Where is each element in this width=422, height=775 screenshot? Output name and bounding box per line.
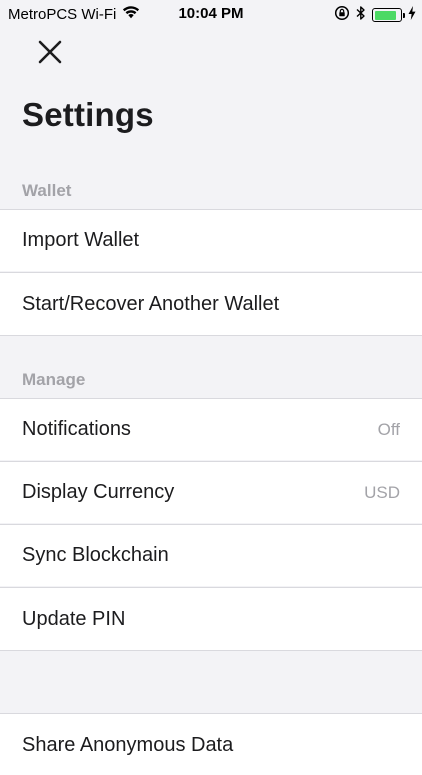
battery-level-fill [374,10,396,20]
row-label: Import Wallet [22,229,140,251]
row-label: Sync Blockchain [22,544,169,566]
display-currency-value: USD [364,482,400,502]
notifications-value: Off [377,419,400,439]
row-label: Display Currency [22,481,175,503]
rotation-lock-icon [334,5,350,25]
section-header-manage: Manage [22,370,86,389]
row-label: Share Anonymous Data [22,734,234,756]
row-label: Notifications [22,418,131,440]
settings-row-import-wallet[interactable]: Import Wallet [0,209,422,271]
page-title: Settings [22,96,154,133]
close-icon [38,40,62,69]
row-label: Start/Recover Another Wallet [22,292,280,315]
battery-icon [372,8,405,22]
status-right [334,5,416,25]
settings-row-sync-blockchain[interactable]: Sync Blockchain [0,524,422,586]
row-label: Update PIN [22,607,126,630]
settings-row-notifications[interactable]: Notifications Off [0,398,422,460]
charging-bolt-icon [408,6,416,24]
status-bar: MetroPCS Wi-Fi 10:04 PM [0,0,422,30]
section-header-wallet: Wallet [22,181,72,200]
settings-row-share-anonymous-data[interactable]: Share Anonymous Data [0,713,422,775]
settings-row-display-currency[interactable]: Display Currency USD [0,461,422,523]
close-button[interactable] [34,38,66,70]
settings-row-start-recover-wallet[interactable]: Start/Recover Another Wallet [0,272,422,336]
bluetooth-icon [356,5,366,25]
settings-row-update-pin[interactable]: Update PIN [0,587,422,651]
